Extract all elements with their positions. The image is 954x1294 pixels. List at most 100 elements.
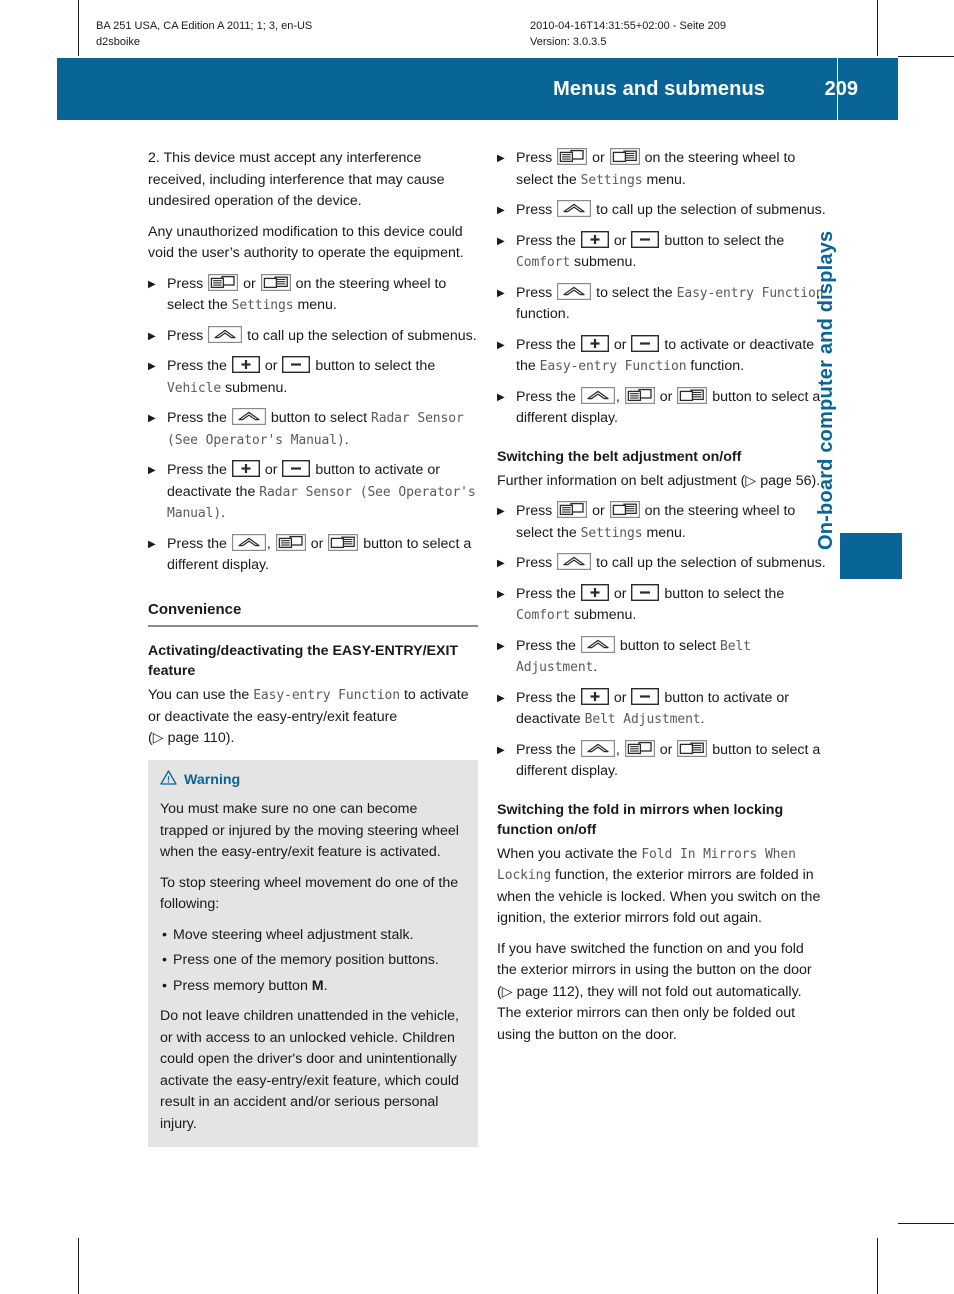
mirrors-paragraph-2: If you have switched the function on and… [497,940,812,1043]
page-reference[interactable]: ▷ page 110 [153,730,226,746]
instruction-step: Press the or button to select the Comfor… [497,583,827,627]
display-left-icon[interactable] [275,533,306,551]
list-item: Press one of the memory position buttons… [160,950,466,972]
instruction-step: Press to call up the selection of submen… [497,200,827,222]
warning-paragraph-1: You must make sure no one can become tra… [160,801,459,860]
print-meta-right-line2: Version: 3.0.3.5 [530,36,607,48]
menu-name-text: Radar Sensor (See Operator's Manual) [167,411,464,448]
up-arrow-icon[interactable] [231,408,266,425]
warning-paragraph-3: Do not leave children unattended in the … [160,1008,459,1132]
display-right-icon[interactable] [609,501,640,518]
instruction-step: Press to call up the selection of submen… [148,326,478,348]
print-meta-right-line1: 2010-04-16T14:31:55+02:00 - Seite 209 [530,20,727,32]
instruction-step: Press to select the Easy-entry Function … [497,283,827,326]
menu-name-text: Settings [231,298,294,313]
instruction-step: Press the , or button to select a differ… [497,740,827,783]
minus-icon[interactable] [282,460,311,477]
plus-icon[interactable] [580,583,609,601]
running-head-divider [837,58,838,120]
warning-box: Warning You must make sure no one can be… [148,759,478,1147]
plus-icon[interactable] [231,460,260,477]
running-head-bar: Menus and submenus 209 [57,58,898,120]
crop-mark-top-left [78,0,79,56]
left-column: 2. This device must accept any interfere… [148,148,478,1147]
subheading-fold-in-mirrors: Switching the fold in mirrors when locki… [497,801,784,838]
up-arrow-icon[interactable] [208,325,243,343]
instruction-step: Press or on the steering wheel to select… [497,148,827,191]
up-arrow-icon[interactable] [557,553,592,570]
instruction-step: Press the , or button to select a differ… [497,387,827,430]
subheading-easy-entry: Activating/deactivating the EASY-ENTRY/E… [148,643,459,679]
right-step-list-2: Press or on the steering wheel to select… [497,501,827,783]
section-heading-convenience: Convenience [148,599,478,627]
up-arrow-icon[interactable] [580,635,615,653]
instruction-step: Press the or button to activate or deact… [148,460,478,525]
minus-icon[interactable] [631,334,660,352]
minus-icon[interactable] [631,687,660,705]
display-right-icon[interactable] [677,739,708,757]
display-left-icon[interactable] [624,739,655,757]
instruction-step: Press to call up the selection of submen… [497,553,827,575]
list-item: Move steering wheel adjustment stalk. [160,925,466,947]
right-step-list-1: Press or on the steering wheel to select… [497,148,827,430]
display-right-icon[interactable] [677,386,708,404]
page-number: 209 [824,77,858,100]
warning-title-row: Warning [160,769,466,793]
display-right-icon[interactable] [609,148,640,165]
up-arrow-icon[interactable] [231,533,266,551]
intro-paragraph-1: 2. This device must accept any interfere… [148,150,445,209]
minus-icon[interactable] [631,583,660,601]
instruction-step: Press the or to activate or deactivate t… [497,334,827,378]
instruction-step: Press the or button to select the Comfor… [497,230,827,274]
display-left-icon[interactable] [557,148,588,165]
crop-mark-bottom-right [877,1238,878,1294]
menu-name-text: Settings [580,172,643,188]
crop-mark-right-lower [898,1223,954,1224]
list-item: Press memory button M. [160,976,466,998]
instruction-step: Press or on the steering wheel to select… [497,501,827,544]
menu-name-text: Radar Sensor (See Operator's Manual) [167,484,476,522]
print-meta-left-line1: BA 251 USA, CA Edition A 2011; 1; 3, en-… [96,20,313,32]
crop-mark-bottom-left [78,1238,79,1294]
up-arrow-icon[interactable] [580,739,615,757]
menu-name-text: Fold In Mirrors When Locking [497,846,796,884]
menu-name-text: Easy-entry Function [253,688,400,703]
minus-icon[interactable] [631,230,660,248]
page-reference[interactable]: ▷ page 112 [502,984,575,1000]
menu-name-text: Easy-entry Function [539,359,687,374]
warning-title-text: Warning [184,772,241,788]
up-arrow-icon[interactable] [557,282,592,300]
display-right-icon[interactable] [260,273,291,291]
chapter-thumb-marker [840,533,902,579]
warning-bullet-list: Move steering wheel adjustment stalk. Pre… [160,925,466,998]
memory-button-label: M [311,977,324,994]
page-reference[interactable]: ▷ page 56 [745,473,811,489]
menu-name-text: Easy-entry Function [676,285,824,301]
up-arrow-icon[interactable] [557,200,592,217]
instruction-step: Press the , or button to select a differ… [148,534,478,577]
display-right-icon[interactable] [328,533,359,551]
display-left-icon[interactable] [624,386,655,404]
instruction-step: Press the button to select Radar Sensor … [148,408,478,451]
display-left-icon[interactable] [208,273,239,291]
belt-intro-paragraph: Further information on belt adjustment (… [497,472,821,489]
print-meta-right: 2010-04-16T14:31:55+02:00 - Seite 209 Ve… [530,18,726,50]
plus-icon[interactable] [580,334,609,352]
instruction-step: Press the or button to activate or deact… [497,687,827,731]
plus-icon[interactable] [580,230,609,248]
plus-icon[interactable] [231,356,260,373]
menu-name-text: Vehicle [167,380,222,396]
plus-icon[interactable] [580,687,609,705]
easy-entry-body: You can use the Easy-entry Function to a… [148,687,469,746]
crop-mark-right-upper [898,56,954,57]
minus-icon[interactable] [282,356,311,373]
intro-paragraph-2: Any unauthorized modification to this de… [148,223,464,262]
menu-name-text: Belt Adjustment [516,638,751,676]
warning-triangle-icon [160,769,177,793]
warning-paragraph-2: To stop steering wheel movement do one o… [160,874,459,913]
up-arrow-icon[interactable] [580,386,615,404]
instruction-step: Press the button to select Belt Adjustme… [497,636,827,679]
instruction-step: Press the or button to select the Vehicl… [148,356,478,399]
display-left-icon[interactable] [557,501,588,518]
subheading-belt-adjustment: Switching the belt adjustment on/off [497,448,742,465]
